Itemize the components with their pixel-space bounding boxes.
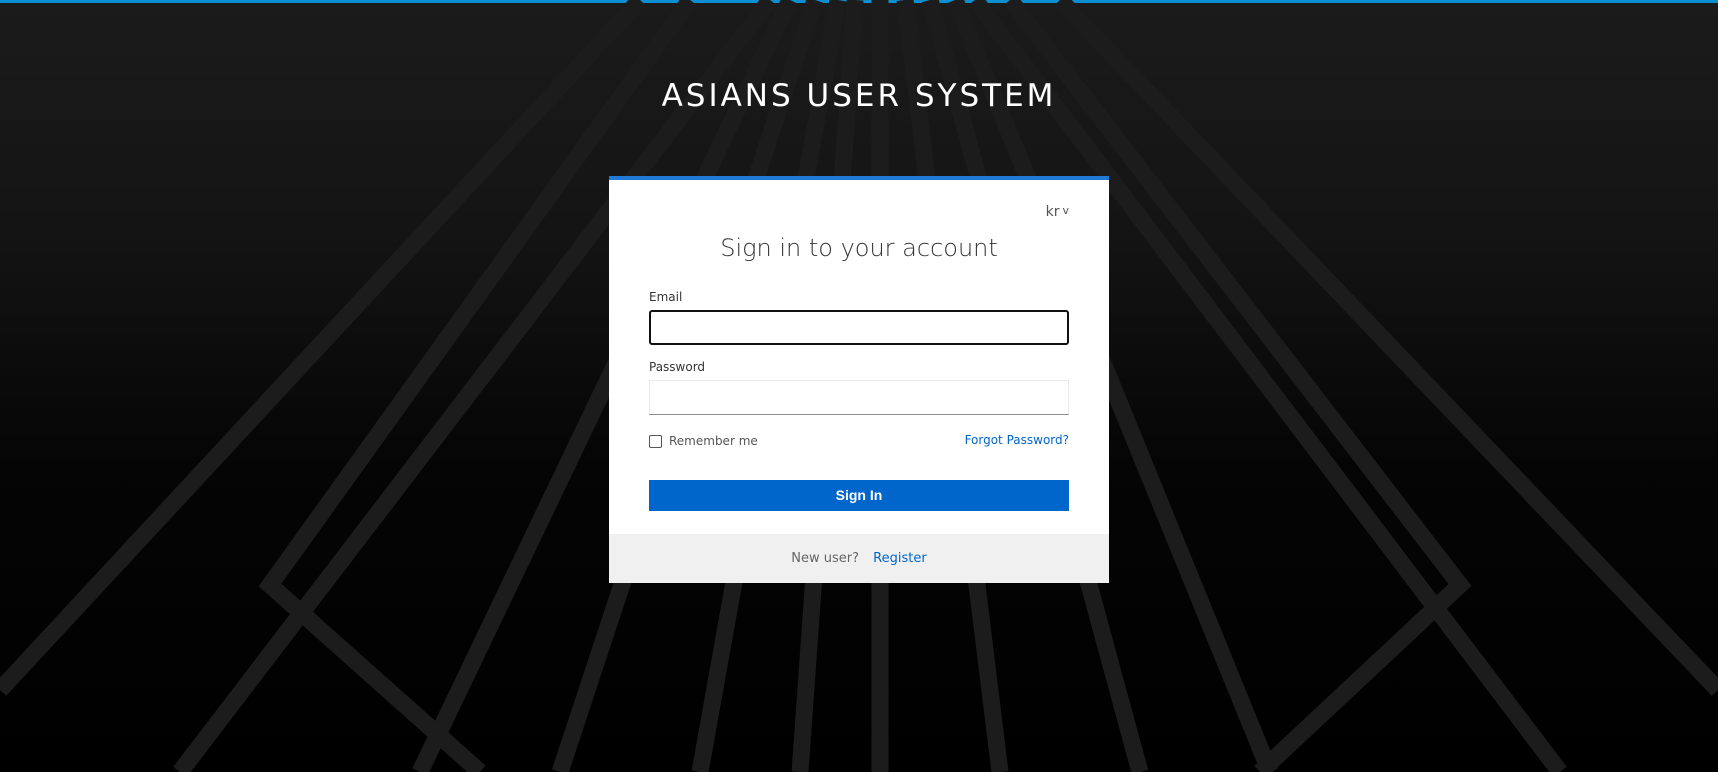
login-card: kr v Sign in to your account Email Passwo… <box>609 176 1109 583</box>
register-link[interactable]: Register <box>873 551 927 566</box>
chevron-down-icon: v <box>1062 204 1069 217</box>
brand-title: ASIANS USER SYSTEM <box>661 78 1057 114</box>
card-title: Sign in to your account <box>720 234 998 262</box>
email-label: Email <box>649 290 683 304</box>
forgot-password-link[interactable]: Forgot Password? <box>965 433 1069 447</box>
remember-me-label: Remember me <box>669 434 758 448</box>
password-label: Password <box>649 360 706 374</box>
login-page: ASIANS USER SYSTEM kr v Sign in to your a… <box>0 0 1718 772</box>
language-selected: kr <box>1045 204 1060 220</box>
language-selector[interactable]: kr v <box>1046 204 1069 220</box>
new-user-text: New user? <box>791 551 860 566</box>
card-footer: New user? Register <box>609 534 1109 583</box>
sign-in-button[interactable]: Sign In <box>649 480 1069 511</box>
remember-me: Remember me <box>649 434 758 448</box>
email-field[interactable] <box>649 310 1069 345</box>
remember-me-checkbox[interactable] <box>649 434 662 448</box>
password-field[interactable] <box>649 380 1069 415</box>
